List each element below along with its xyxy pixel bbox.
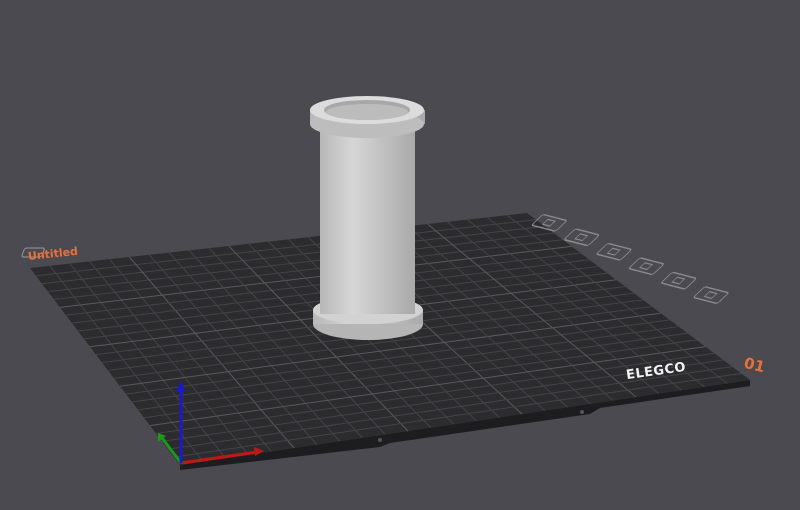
3d-viewport[interactable]: Untitled ELEGCO 01 (0, 0, 800, 510)
cylinder-model[interactable] (310, 96, 425, 340)
arrange-icon[interactable] (596, 243, 632, 261)
orient-icon[interactable] (564, 228, 600, 247)
plate-screw (378, 438, 382, 442)
move-icon[interactable] (693, 286, 729, 304)
lock-icon[interactable] (628, 257, 664, 275)
settings-icon[interactable] (661, 271, 697, 290)
plate-screw (580, 410, 584, 414)
